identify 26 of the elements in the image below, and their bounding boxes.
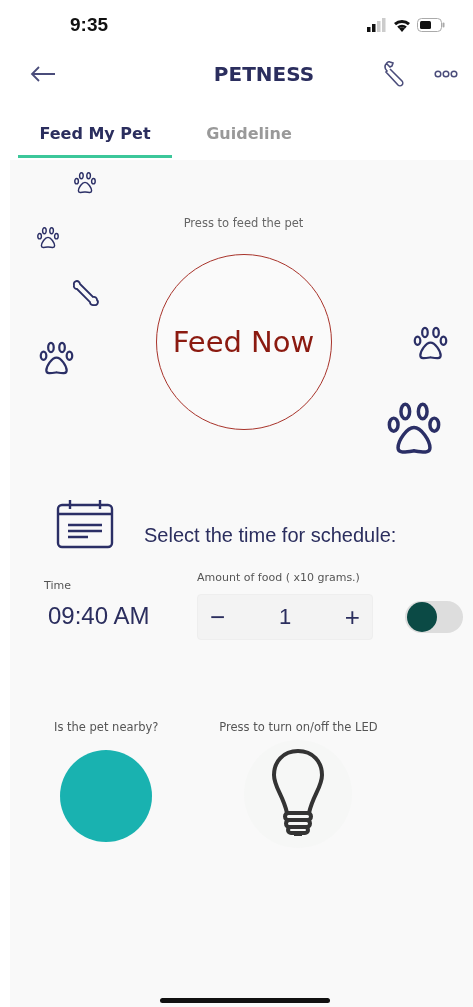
paw-icon	[36, 226, 60, 250]
back-arrow-icon[interactable]	[30, 66, 56, 82]
decrement-button[interactable]: −	[204, 601, 232, 633]
bone-icon	[71, 278, 101, 308]
paw-icon	[412, 325, 449, 362]
feed-hint: Press to feed the pet	[183, 216, 304, 230]
time-label: Time	[44, 579, 72, 592]
more-icon[interactable]	[434, 70, 458, 78]
paw-icon	[38, 340, 75, 377]
signal-icon	[367, 18, 387, 32]
paw-icon	[73, 171, 97, 195]
wifi-icon	[393, 18, 411, 32]
calendar-icon	[56, 499, 114, 549]
battery-icon	[417, 18, 445, 32]
nearby-label: Is the pet nearby?	[54, 720, 159, 734]
led-label: Press to turn on/off the LED	[219, 720, 378, 734]
time-value[interactable]: 09:40 AM	[48, 602, 197, 640]
schedule-title: Select the time for schedule:	[144, 524, 397, 547]
amount-label: Amount of food ( x10 grams.)	[197, 571, 361, 584]
app-title: PETNESS	[213, 62, 315, 86]
feed-now-button[interactable]: Feed Now	[155, 254, 332, 430]
schedule-toggle[interactable]	[405, 601, 463, 633]
amount-stepper[interactable]: − 1 +	[197, 594, 373, 640]
amount-value: 1	[278, 604, 292, 630]
increment-button[interactable]: +	[338, 601, 366, 633]
status-time: 9:35	[70, 14, 109, 36]
